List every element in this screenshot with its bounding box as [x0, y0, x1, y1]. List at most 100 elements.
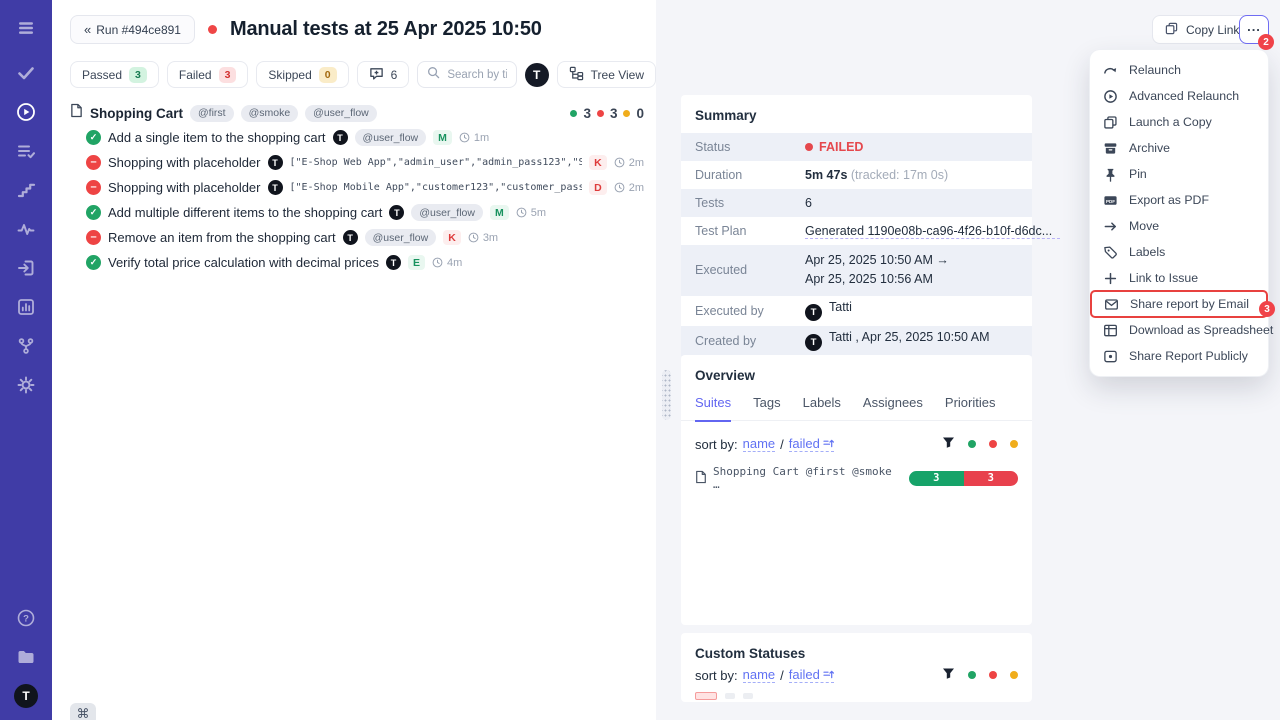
filter-comments[interactable]: 6	[357, 61, 410, 88]
toggle-passed-dot[interactable]	[968, 440, 976, 448]
filter-skipped[interactable]: Skipped 0	[256, 61, 348, 88]
sort-asc-icon	[823, 438, 834, 449]
test-row[interactable]: Shopping with placeholder T ["E-Shop Mob…	[70, 175, 644, 200]
toggle-failed-dot[interactable]	[989, 671, 997, 679]
tree-view-button[interactable]: Tree View	[557, 61, 656, 88]
test-row[interactable]: Remove an item from the shopping cart T …	[70, 225, 644, 250]
test-tag[interactable]: @user_flow	[365, 229, 437, 246]
test-plans-icon[interactable]	[14, 139, 38, 163]
search-input[interactable]	[447, 69, 506, 81]
link-issue-icon	[1103, 271, 1118, 286]
overview-suite-row[interactable]: Shopping Cart @first @smoke … 3 3	[681, 452, 1032, 491]
custom-statuses-sort-row: sort by: name / failed	[681, 665, 1032, 683]
panel-resize-handle[interactable]	[662, 370, 671, 420]
assignee-badge[interactable]: D	[589, 180, 607, 195]
suite-counts: 3 3 0	[570, 106, 644, 121]
page-title: Manual tests at 25 Apr 2025 10:50	[230, 18, 542, 41]
user-avatar[interactable]: T	[14, 684, 38, 708]
milestones-steps-icon[interactable]	[14, 178, 38, 202]
menu-item-labels[interactable]: Labels	[1090, 239, 1268, 265]
menu-item-move[interactable]: Move	[1090, 213, 1268, 239]
sort-by-name-link[interactable]: name	[743, 667, 776, 683]
reporter-badge: T	[386, 255, 401, 270]
pulse-icon[interactable]	[14, 217, 38, 241]
test-example-data: ["E-Shop Mobile App","customer123","cust…	[290, 182, 583, 193]
run-status-dot	[208, 25, 217, 34]
settings-gear-icon[interactable]	[14, 373, 38, 397]
test-row[interactable]: Add a single item to the shopping cart T…	[70, 125, 644, 150]
projects-folder-icon[interactable]	[14, 645, 38, 669]
test-plan-link[interactable]: Generated 1190e08b-ca96-4f26-b10f-d6dc..…	[805, 224, 1060, 239]
assignee-badge[interactable]: E	[408, 255, 425, 270]
suite-tag[interactable]: @user_flow	[305, 105, 377, 122]
test-row[interactable]: Verify total price calculation with deci…	[70, 250, 644, 275]
back-to-run-button[interactable]: « Run #494ce891	[70, 15, 195, 44]
sort-by-name-link[interactable]: name	[743, 436, 776, 452]
suite-tag[interactable]: @first	[190, 105, 234, 122]
menu-item-download-as-spreadsheet[interactable]: Download as Spreadsheet	[1090, 317, 1268, 343]
assignee-badge[interactable]: K	[589, 155, 607, 170]
assignee-badge[interactable]: M	[433, 130, 452, 145]
reporter-badge: T	[268, 180, 283, 195]
toggle-skipped-dot[interactable]	[1010, 440, 1018, 448]
sort-by-failed-link[interactable]: failed	[789, 436, 834, 452]
test-duration: 2m	[614, 182, 644, 194]
toggle-passed-dot[interactable]	[968, 671, 976, 679]
branches-icon[interactable]	[14, 334, 38, 358]
filter-funnel-icon[interactable]	[942, 436, 955, 452]
suite-tag[interactable]: @smoke	[241, 105, 299, 122]
test-tag[interactable]: @user_flow	[355, 129, 427, 146]
tab-priorities[interactable]: Priorities	[945, 395, 996, 420]
test-duration: 2m	[614, 157, 644, 169]
partial-item	[725, 693, 735, 699]
test-row[interactable]: Add multiple different items to the shop…	[70, 200, 644, 225]
suite-header-row[interactable]: Shopping Cart @first @smoke @user_flow 3…	[70, 101, 644, 125]
copy-link-button[interactable]: Copy Link	[1152, 15, 1252, 44]
assignee-badge[interactable]: M	[490, 205, 509, 220]
suite-skipped-count: 0	[636, 106, 644, 121]
sort-by-failed-link[interactable]: failed	[789, 667, 834, 683]
toggle-skipped-dot[interactable]	[1010, 671, 1018, 679]
runs-play-icon[interactable]	[14, 100, 38, 124]
filter-failed[interactable]: Failed 3	[167, 61, 249, 88]
menu-item-launch-copy[interactable]: Launch a Copy	[1090, 109, 1268, 135]
summary-row-executed-by: Executed by TTatti	[681, 296, 1032, 326]
menu-item-share-report-by-email[interactable]: Share report by Email	[1091, 291, 1267, 317]
tab-assignees[interactable]: Assignees	[863, 395, 923, 420]
tests-value: 6	[805, 196, 820, 210]
user-avatar: T	[805, 334, 822, 351]
menu-item-archive[interactable]: Archive	[1090, 135, 1268, 161]
menu-icon[interactable]	[14, 16, 38, 40]
test-title: Remove an item from the shopping cart	[108, 230, 336, 245]
sort-separator: /	[780, 668, 784, 683]
menu-item-link-to-issue[interactable]: Link to Issue	[1090, 265, 1268, 291]
assignee-badge[interactable]: K	[443, 230, 461, 245]
bar-passed-segment[interactable]: 3	[909, 471, 963, 486]
advanced-relaunch-icon	[1103, 89, 1118, 104]
test-duration: 5m	[516, 207, 546, 219]
analytics-icon[interactable]	[14, 295, 38, 319]
toggle-failed-dot[interactable]	[989, 440, 997, 448]
menu-item-share-report-publicly[interactable]: Share Report Publicly	[1090, 343, 1268, 369]
executed-by-label: Executed by	[681, 304, 805, 318]
bar-failed-segment[interactable]: 3	[964, 471, 1018, 486]
import-icon[interactable]	[14, 256, 38, 280]
chevrons-left-icon: «	[84, 22, 89, 37]
menu-item-relaunch[interactable]: Relaunch	[1090, 57, 1268, 83]
test-row[interactable]: Shopping with placeholder T ["E-Shop Web…	[70, 150, 644, 175]
test-tag[interactable]: @user_flow	[411, 204, 483, 221]
filter-funnel-icon[interactable]	[942, 667, 955, 683]
annotation-badge-3: 3	[1259, 301, 1275, 317]
duration-value: 5m 47s	[805, 168, 847, 182]
help-icon[interactable]: ?	[14, 606, 38, 630]
tab-suites[interactable]: Suites	[695, 395, 731, 420]
menu-item-advanced-relaunch[interactable]: Advanced Relaunch	[1090, 83, 1268, 109]
reporter-logo-avatar[interactable]: T	[525, 63, 549, 87]
tab-labels[interactable]: Labels	[803, 395, 841, 420]
comments-count: 6	[391, 68, 398, 82]
filter-passed[interactable]: Passed 3	[70, 61, 159, 88]
menu-item-export-pdf[interactable]: PDF Export as PDF	[1090, 187, 1268, 213]
tests-check-icon[interactable]	[14, 61, 38, 85]
tab-tags[interactable]: Tags	[753, 395, 780, 420]
menu-item-pin[interactable]: Pin	[1090, 161, 1268, 187]
